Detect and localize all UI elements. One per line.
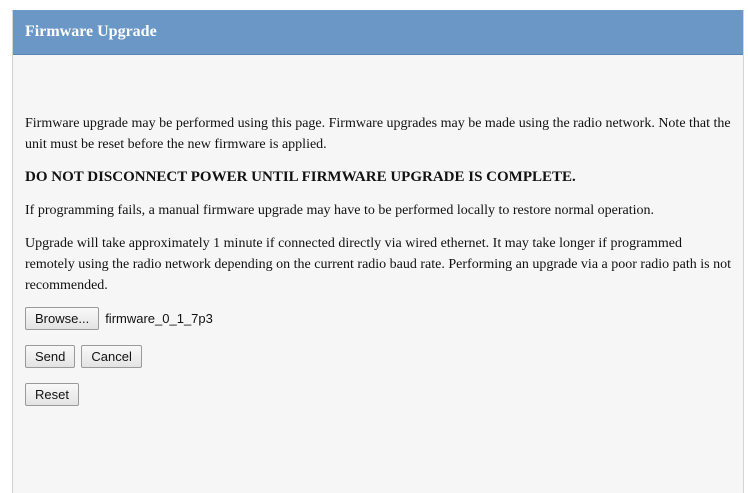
panel-header: Firmware Upgrade xyxy=(13,10,743,55)
browse-button[interactable]: Browse... xyxy=(25,307,100,330)
duration-note: Upgrade will take approximately 1 minute… xyxy=(25,236,732,293)
intro-text: Firmware upgrade may be performed using … xyxy=(25,116,731,152)
cancel-button[interactable]: Cancel xyxy=(81,345,142,368)
send-cancel-row: Send Cancel xyxy=(25,345,731,368)
send-button[interactable]: Send xyxy=(25,345,76,368)
firmware-upgrade-panel: Firmware Upgrade Firmware upgrade may be… xyxy=(12,10,744,493)
file-picker: Browse... firmware_0_1_7p3 xyxy=(25,307,731,330)
reset-row: Reset xyxy=(25,383,731,406)
power-warning: DO NOT DISCONNECT POWER UNTIL FIRMWARE U… xyxy=(25,169,576,185)
panel-content: Firmware upgrade may be performed using … xyxy=(13,113,743,406)
reset-button[interactable]: Reset xyxy=(25,383,79,406)
failure-note: If programming fails, a manual firmware … xyxy=(25,203,654,218)
page-title: Firmware Upgrade xyxy=(25,23,157,40)
selected-file-name: firmware_0_1_7p3 xyxy=(105,311,213,326)
